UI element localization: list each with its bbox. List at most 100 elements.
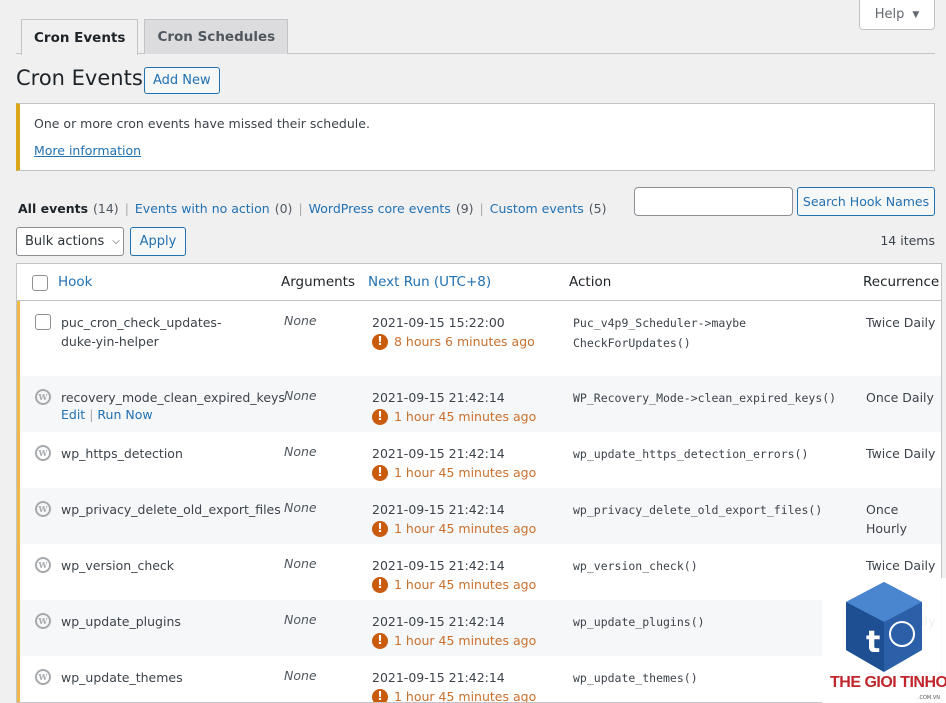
table-header: Hook Arguments Next Run (UTC+8) Action R…	[17, 264, 941, 301]
svg-text:t: t	[866, 625, 880, 660]
missed-schedule-notice: One or more cron events have missed thei…	[16, 103, 935, 171]
next-run-cell: 2021-09-15 21:42:14 ! 1 hour 45 minutes …	[372, 388, 536, 426]
next-run-time: 2021-09-15 21:42:14	[372, 446, 505, 461]
cube-logo-icon: t	[846, 582, 922, 672]
hook-name: wp_version_check	[61, 558, 175, 573]
filter-core-events[interactable]: WordPress core events	[309, 201, 451, 216]
next-run-cell: 2021-09-15 21:42:14 ! 1 hour 45 minutes …	[372, 444, 536, 482]
tab-label: Cron Events	[34, 29, 126, 46]
arguments-cell: None	[284, 313, 317, 328]
wordpress-logo-icon: W	[35, 445, 51, 461]
column-next-run[interactable]: Next Run (UTC+8)	[368, 274, 491, 290]
late-text: 1 hour 45 minutes ago	[394, 577, 537, 592]
recurrence-cell: Twice Daily	[866, 446, 936, 461]
hook-name: puc_cron_check_updates-duke-yin-helper	[61, 315, 222, 349]
filter-separator: |	[298, 201, 303, 216]
recurrence-cell: Twice Daily	[866, 558, 936, 573]
items-count: 14 items	[880, 233, 935, 248]
filter-separator: |	[479, 201, 484, 216]
run-now-link[interactable]: Run Now	[97, 407, 152, 422]
late-text: 1 hour 45 minutes ago	[394, 633, 537, 648]
warning-icon: !	[372, 333, 388, 350]
hook-name: wp_update_plugins	[61, 614, 181, 629]
event-filters: All events (14) | Events with no action …	[18, 201, 606, 216]
late-indicator: ! 1 hour 45 minutes ago	[372, 407, 536, 426]
warning-icon: !	[372, 632, 388, 649]
hook-cell: wp_update_themes	[61, 668, 271, 687]
hook-name: wp_https_detection	[61, 446, 183, 461]
next-run-time: 2021-09-15 21:42:14	[372, 390, 505, 405]
next-run-cell: 2021-09-15 21:42:14 ! 1 hour 45 minutes …	[372, 500, 536, 538]
filter-count: (9)	[455, 201, 474, 216]
warning-icon: !	[372, 688, 388, 702]
late-indicator: ! 1 hour 45 minutes ago	[372, 463, 536, 482]
search-hook-names-button[interactable]: Search Hook Names	[797, 187, 935, 216]
table-row: W wp_https_detection None 2021-09-15 21:…	[17, 432, 941, 488]
recurrence-cell: Once Hourly	[866, 502, 907, 536]
table-row: W wp_privacy_delete_old_export_files Non…	[17, 488, 941, 544]
bulk-actions-select[interactable]: Bulk actions ⌵	[16, 227, 124, 256]
nav-tabs: Cron Events Cron Schedules	[16, 19, 935, 55]
row-action-separator: |	[89, 407, 94, 422]
hook-cell: wp_update_plugins	[61, 612, 271, 631]
late-text: 1 hour 45 minutes ago	[394, 521, 537, 536]
wordpress-logo-icon: W	[35, 501, 51, 517]
chevron-down-icon: ⌵	[112, 236, 120, 247]
next-run-cell: 2021-09-15 21:42:14 ! 1 hour 45 minutes …	[372, 612, 536, 650]
row-checkbox[interactable]	[35, 314, 51, 330]
action-cell: wp_privacy_delete_old_export_files()	[573, 503, 823, 517]
filter-count: (14)	[93, 201, 119, 216]
hook-name: wp_update_themes	[61, 670, 183, 685]
late-indicator: ! 8 hours 6 minutes ago	[372, 332, 535, 351]
arguments-cell: None	[284, 612, 317, 627]
next-run-time: 2021-09-15 21:42:14	[372, 558, 505, 573]
late-text: 1 hour 45 minutes ago	[394, 409, 537, 424]
hook-cell: wp_https_detection	[61, 444, 271, 463]
edit-link[interactable]: Edit	[61, 407, 85, 422]
filter-separator: |	[124, 201, 129, 216]
arguments-cell: None	[284, 500, 317, 515]
filter-custom-events[interactable]: Custom events	[490, 201, 584, 216]
watermark-domain: .COM.VN	[917, 695, 940, 701]
apply-button[interactable]: Apply	[130, 227, 186, 256]
next-run-cell: 2021-09-15 15:22:00 ! 8 hours 6 minutes …	[372, 313, 535, 351]
action-cell: wp_update_themes()	[573, 671, 698, 685]
wordpress-logo-icon: W	[35, 557, 51, 573]
column-recurrence: Recurrence	[863, 274, 940, 290]
column-action: Action	[569, 274, 612, 290]
hook-cell: wp_privacy_delete_old_export_files	[61, 500, 281, 519]
notice-message: One or more cron events have missed thei…	[34, 116, 370, 131]
action-cell: Puc_v4p9_Scheduler->maybeCheckForUpdates…	[573, 316, 747, 350]
next-run-time: 2021-09-15 21:42:14	[372, 502, 505, 517]
recurrence-cell: Once Daily	[866, 390, 934, 405]
page-title: Cron Events	[16, 66, 143, 90]
late-indicator: ! 1 hour 45 minutes ago	[372, 575, 536, 594]
hook-cell: puc_cron_check_updates-duke-yin-helper	[61, 313, 251, 351]
action-cell: wp_version_check()	[573, 559, 698, 573]
caret-down-icon: ▼	[912, 9, 920, 20]
next-run-time: 2021-09-15 21:42:14	[372, 614, 505, 629]
search-hook-input[interactable]	[634, 187, 793, 216]
filter-all-events[interactable]: All events	[18, 201, 88, 216]
tab-cron-schedules[interactable]: Cron Schedules	[144, 19, 289, 54]
warning-icon: !	[372, 576, 388, 593]
next-run-time: 2021-09-15 15:22:00	[372, 315, 505, 330]
select-all-checkbox[interactable]	[32, 275, 48, 291]
watermark-name: THE GIOI TINHOC	[830, 674, 946, 691]
hook-name: wp_privacy_delete_old_export_files	[61, 502, 281, 517]
filter-no-action[interactable]: Events with no action	[135, 201, 270, 216]
tab-label: Cron Schedules	[157, 29, 276, 45]
column-hook[interactable]: Hook	[58, 274, 93, 290]
wordpress-logo-icon: W	[35, 669, 51, 685]
add-new-button[interactable]: Add New	[144, 67, 220, 94]
table-row: W wp_update_plugins None 2021-09-15 21:4…	[17, 600, 941, 656]
action-cell: WP_Recovery_Mode->clean_expired_keys()	[573, 391, 837, 405]
warning-icon: !	[372, 464, 388, 481]
more-information-link[interactable]: More information	[34, 143, 920, 158]
table-row: puc_cron_check_updates-duke-yin-helper N…	[17, 301, 941, 376]
late-text: 1 hour 45 minutes ago	[394, 465, 537, 480]
arguments-cell: None	[284, 444, 317, 459]
next-run-cell: 2021-09-15 21:42:14 ! 1 hour 45 minutes …	[372, 556, 536, 594]
cron-events-table: Hook Arguments Next Run (UTC+8) Action R…	[16, 263, 942, 703]
tab-cron-events[interactable]: Cron Events	[21, 19, 139, 55]
